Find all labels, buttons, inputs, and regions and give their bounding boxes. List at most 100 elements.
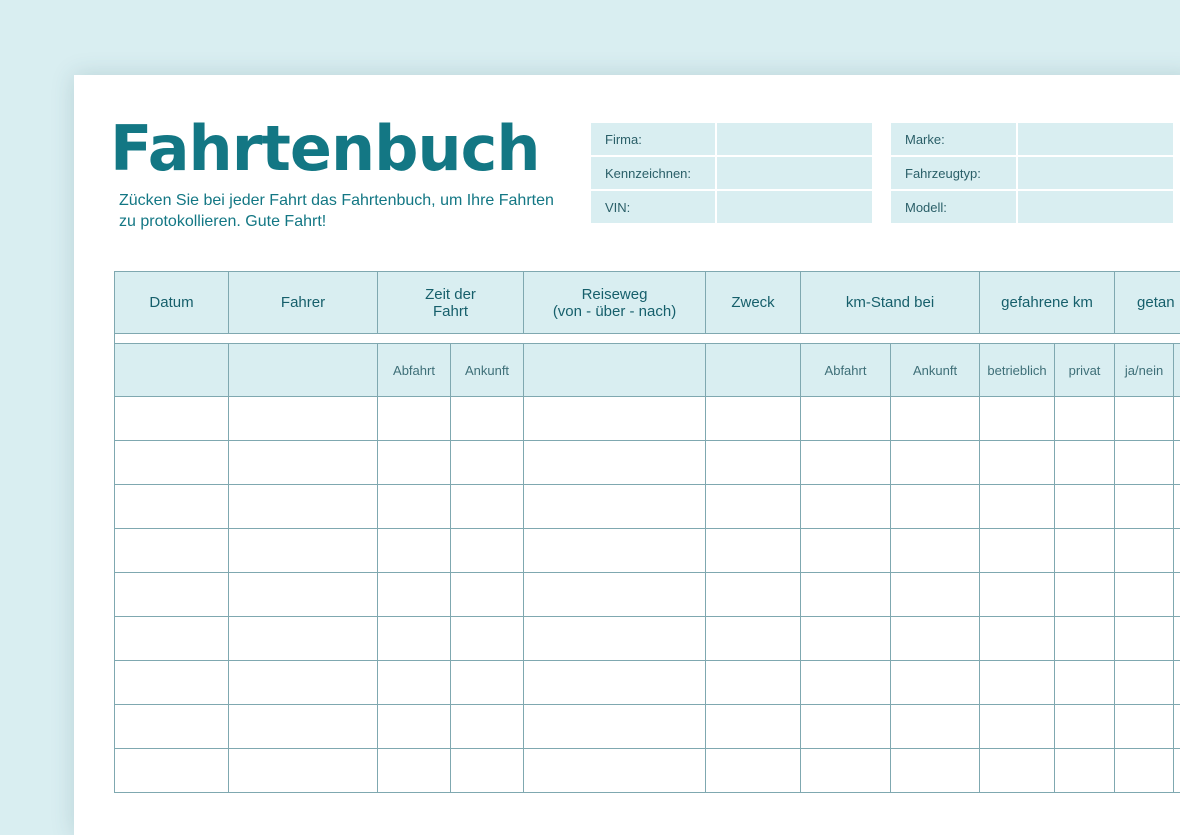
table-cell[interactable]	[115, 529, 229, 573]
table-cell[interactable]	[378, 617, 451, 661]
table-cell[interactable]	[980, 441, 1055, 485]
table-cell[interactable]	[451, 529, 524, 573]
table-cell[interactable]	[801, 617, 891, 661]
table-cell[interactable]	[1174, 441, 1180, 485]
table-cell[interactable]	[1055, 573, 1115, 617]
license-plate-field[interactable]	[717, 157, 872, 191]
table-cell[interactable]	[1115, 573, 1174, 617]
table-cell[interactable]	[115, 705, 229, 749]
table-cell[interactable]	[706, 661, 801, 705]
table-cell[interactable]	[1115, 529, 1174, 573]
table-cell[interactable]	[524, 705, 706, 749]
table-cell[interactable]	[115, 617, 229, 661]
table-cell[interactable]	[378, 705, 451, 749]
table-cell[interactable]	[1055, 441, 1115, 485]
table-cell[interactable]	[980, 661, 1055, 705]
table-cell[interactable]	[524, 397, 706, 441]
table-cell[interactable]	[229, 397, 378, 441]
table-cell[interactable]	[891, 573, 980, 617]
table-cell[interactable]	[1174, 397, 1180, 441]
table-cell[interactable]	[801, 441, 891, 485]
table-cell[interactable]	[229, 441, 378, 485]
table-cell[interactable]	[801, 397, 891, 441]
table-cell[interactable]	[891, 485, 980, 529]
table-cell[interactable]	[229, 661, 378, 705]
vehicle-type-field[interactable]	[1018, 157, 1173, 191]
table-cell[interactable]	[115, 573, 229, 617]
table-cell[interactable]	[706, 485, 801, 529]
table-cell[interactable]	[229, 529, 378, 573]
table-cell[interactable]	[1115, 705, 1174, 749]
table-cell[interactable]	[891, 441, 980, 485]
table-cell[interactable]	[1115, 617, 1174, 661]
table-cell[interactable]	[706, 441, 801, 485]
table-cell[interactable]	[1174, 573, 1180, 617]
table-cell[interactable]	[801, 485, 891, 529]
table-cell[interactable]	[378, 573, 451, 617]
table-cell[interactable]	[1115, 397, 1174, 441]
table-cell[interactable]	[1055, 661, 1115, 705]
table-cell[interactable]	[451, 617, 524, 661]
table-cell[interactable]	[451, 441, 524, 485]
table-cell[interactable]	[524, 573, 706, 617]
table-cell[interactable]	[451, 397, 524, 441]
table-cell[interactable]	[801, 705, 891, 749]
table-cell[interactable]	[451, 573, 524, 617]
table-cell[interactable]	[229, 485, 378, 529]
table-cell[interactable]	[980, 573, 1055, 617]
table-cell[interactable]	[1115, 441, 1174, 485]
table-cell[interactable]	[1055, 529, 1115, 573]
table-cell[interactable]	[891, 617, 980, 661]
table-cell[interactable]	[891, 397, 980, 441]
vin-field[interactable]	[717, 191, 872, 223]
table-cell[interactable]	[801, 661, 891, 705]
company-field[interactable]	[717, 123, 872, 157]
table-cell[interactable]	[980, 705, 1055, 749]
table-cell[interactable]	[801, 573, 891, 617]
table-cell[interactable]	[229, 573, 378, 617]
table-cell[interactable]	[451, 705, 524, 749]
table-cell[interactable]	[115, 441, 229, 485]
table-cell[interactable]	[1055, 397, 1115, 441]
table-cell[interactable]	[1055, 485, 1115, 529]
table-cell[interactable]	[1174, 617, 1180, 661]
table-cell[interactable]	[980, 485, 1055, 529]
table-cell[interactable]	[229, 705, 378, 749]
table-cell[interactable]	[524, 617, 706, 661]
table-cell[interactable]	[115, 397, 229, 441]
table-cell[interactable]	[1174, 529, 1180, 573]
table-cell[interactable]	[378, 441, 451, 485]
table-cell[interactable]	[115, 485, 229, 529]
table-cell[interactable]	[980, 617, 1055, 661]
table-cell[interactable]	[706, 705, 801, 749]
table-cell[interactable]	[980, 529, 1055, 573]
table-cell[interactable]	[801, 529, 891, 573]
table-cell[interactable]	[378, 661, 451, 705]
table-cell[interactable]	[1174, 705, 1180, 749]
table-cell[interactable]	[706, 397, 801, 441]
table-cell[interactable]	[229, 617, 378, 661]
table-cell[interactable]	[524, 529, 706, 573]
table-cell[interactable]	[524, 441, 706, 485]
table-cell[interactable]	[451, 485, 524, 529]
table-cell[interactable]	[706, 529, 801, 573]
table-cell[interactable]	[891, 529, 980, 573]
table-cell[interactable]	[980, 397, 1055, 441]
table-cell[interactable]	[1174, 661, 1180, 705]
table-cell[interactable]	[891, 661, 980, 705]
table-cell[interactable]	[706, 617, 801, 661]
table-cell[interactable]	[115, 661, 229, 705]
table-cell[interactable]	[1055, 617, 1115, 661]
table-cell[interactable]	[451, 661, 524, 705]
table-cell[interactable]	[524, 661, 706, 705]
table-cell[interactable]	[1115, 661, 1174, 705]
table-cell[interactable]	[706, 573, 801, 617]
model-field[interactable]	[1018, 191, 1173, 223]
table-cell[interactable]	[378, 485, 451, 529]
table-cell[interactable]	[524, 485, 706, 529]
table-cell[interactable]	[1174, 485, 1180, 529]
table-cell[interactable]	[1055, 705, 1115, 749]
table-cell[interactable]	[378, 529, 451, 573]
table-cell[interactable]	[891, 705, 980, 749]
table-cell[interactable]	[1115, 485, 1174, 529]
